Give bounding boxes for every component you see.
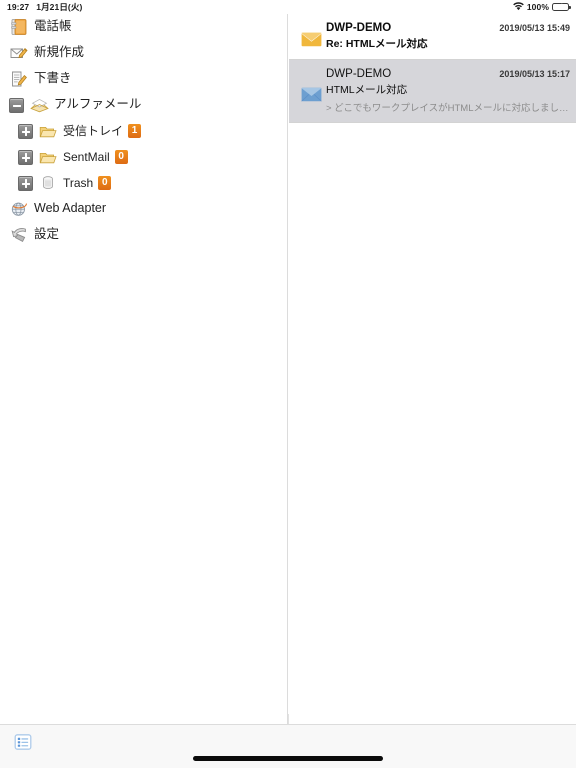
mail-preview: > どこでもワークプレイスがHTMLメールに対応しまし…	[326, 103, 569, 114]
sidebar-item-label: アルファメール	[54, 97, 142, 112]
sidebar-item-label: 下書き	[34, 71, 72, 86]
disclosure-plus-icon[interactable]	[18, 175, 33, 191]
wifi-icon	[513, 1, 524, 13]
sidebar-item-account-alphamail[interactable]: アルファメール	[0, 92, 287, 118]
globe-icon	[9, 199, 29, 219]
sidebar-item-drafts[interactable]: 下書き	[0, 66, 287, 92]
sidebar-item-label: 受信トレイ	[63, 123, 124, 138]
mail-date: 2019/05/13 15:49	[499, 23, 570, 33]
unread-badge: 1	[128, 124, 142, 138]
disclosure-plus-icon[interactable]	[18, 123, 33, 139]
status-bar-left: 19:27 1月21日(火)	[7, 1, 82, 13]
envelope-unread-icon	[298, 22, 324, 51]
trash-can-icon	[38, 173, 58, 193]
mail-date: 2019/05/13 15:17	[499, 69, 570, 79]
sidebar: 電話帳 新規作成 下書き アルファメール 受信トレイ 1 SentMail 0 …	[0, 14, 288, 724]
sidebar-item-label: Web Adapter	[34, 201, 107, 216]
mail-item-header: DWP-DEMO 2019/05/13 15:17	[326, 68, 570, 80]
sidebar-item-label: 新規作成	[34, 45, 85, 60]
sidebar-item-label: SentMail	[63, 149, 110, 164]
status-bar: 19:27 1月21日(火) 100% ⚡	[0, 0, 576, 14]
battery-charging-icon: ⚡	[552, 2, 571, 12]
account-mail-icon	[29, 95, 49, 115]
draft-icon	[9, 69, 29, 89]
app-root: 19:27 1月21日(火) 100% ⚡ 電話帳 新規作成 下書き アルファメ…	[0, 0, 576, 768]
disclosure-minus-icon[interactable]	[9, 97, 24, 113]
disclosure-plus-icon[interactable]	[18, 149, 33, 165]
battery-percent-label: 100%	[526, 2, 549, 12]
mail-list: DWP-DEMO 2019/05/13 15:49 Re: HTMLメール対応 …	[289, 14, 576, 724]
mail-item-header: DWP-DEMO 2019/05/13 15:49	[326, 22, 570, 34]
sidebar-item-addressbook[interactable]: 電話帳	[0, 14, 287, 40]
sidebar-item-compose[interactable]: 新規作成	[0, 40, 287, 66]
status-time: 19:27	[7, 2, 30, 12]
mail-subject: Re: HTMLメール対応	[326, 38, 428, 50]
sidebar-item-label: Trash	[63, 175, 94, 190]
mail-sender: DWP-DEMO	[326, 68, 392, 80]
folder-icon	[38, 121, 58, 141]
sidebar-item-settings[interactable]: 設定	[0, 222, 287, 248]
bottom-toolbar	[0, 724, 576, 768]
sidebar-item-trash[interactable]: Trash 0	[0, 170, 287, 196]
charging-bolt-icon: ⚡	[557, 3, 564, 11]
mail-item-body: DWP-DEMO 2019/05/13 15:17 HTMLメール対応 > どこ…	[324, 68, 570, 114]
settings-arrow-icon	[9, 225, 29, 245]
mail-list-item[interactable]: DWP-DEMO 2019/05/13 15:17 HTMLメール対応 > どこ…	[289, 60, 576, 123]
status-bar-right: 100% ⚡	[513, 1, 571, 13]
mail-list-item[interactable]: DWP-DEMO 2019/05/13 15:49 Re: HTMLメール対応	[289, 14, 576, 60]
sidebar-item-label: 設定	[34, 227, 60, 242]
sidebar-item-inbox[interactable]: 受信トレイ 1	[0, 118, 287, 144]
sidebar-item-label: 電話帳	[34, 19, 72, 34]
sidebar-item-sentmail[interactable]: SentMail 0	[0, 144, 287, 170]
mail-subject: HTMLメール対応	[326, 84, 408, 96]
unread-badge: 0	[98, 176, 112, 190]
address-book-icon	[9, 17, 29, 37]
folder-icon	[38, 147, 58, 167]
list-view-icon[interactable]	[10, 730, 36, 754]
sidebar-item-web-adapter[interactable]: Web Adapter	[0, 196, 287, 222]
envelope-read-icon	[298, 68, 324, 114]
mail-sender: DWP-DEMO	[326, 22, 392, 34]
mail-item-body: DWP-DEMO 2019/05/13 15:49 Re: HTMLメール対応	[324, 22, 570, 51]
unread-badge: 0	[114, 150, 128, 164]
compose-mail-icon	[9, 43, 29, 63]
home-indicator[interactable]	[193, 756, 383, 761]
status-date: 1月21日(火)	[36, 2, 83, 12]
panel-divider	[288, 714, 289, 724]
